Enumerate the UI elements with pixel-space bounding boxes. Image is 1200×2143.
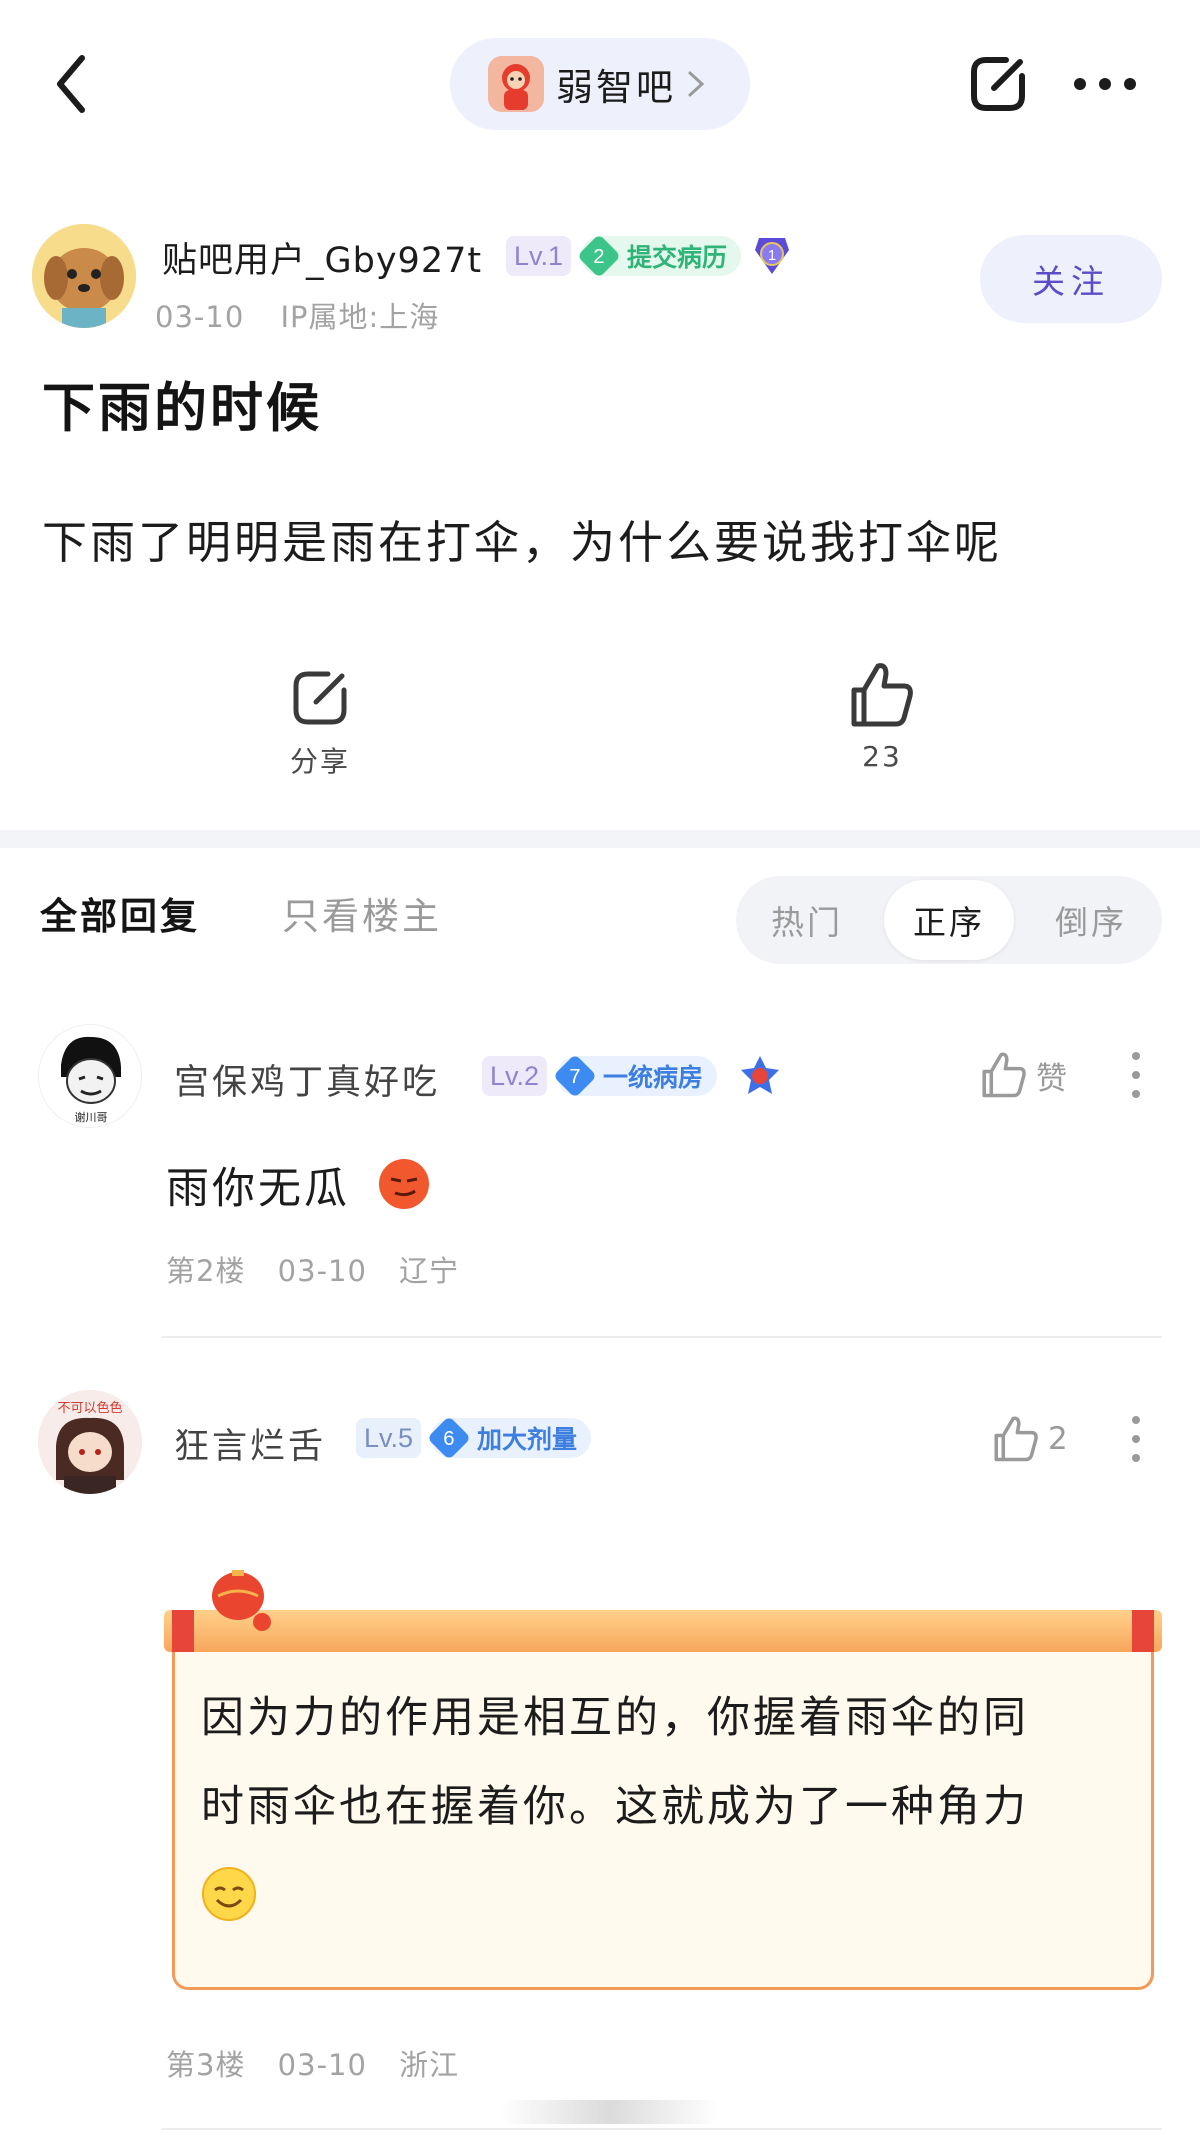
level-badge: Lv.2 <box>482 1056 548 1096</box>
share-label: 分享 <box>289 745 350 778</box>
share-button[interactable]: 分享 <box>276 666 364 786</box>
svg-text:不可以色色: 不可以色色 <box>57 1400 122 1416</box>
svg-text:1: 1 <box>768 247 776 264</box>
reply-author-name[interactable]: 狂言烂舌 <box>174 1418 326 1469</box>
reply-text: 雨你无瓜 <box>166 1154 431 1216</box>
title-badge: 2 提交病历 <box>576 233 742 279</box>
title-badge: 7 一统病房 <box>552 1053 718 1099</box>
tab-op-only[interactable]: 只看楼主 <box>282 886 442 940</box>
forum-entry-button[interactable]: 弱智吧 <box>450 38 750 130</box>
reply-location: 浙江 <box>399 2048 460 2082</box>
more-options-icon[interactable] <box>1072 70 1138 98</box>
share-icon <box>293 671 347 725</box>
reply-avatar[interactable]: 谢川哥 <box>38 1024 142 1128</box>
reply-like-count: 2 <box>1048 1421 1068 1457</box>
thumbs-up-icon <box>982 1052 1026 1098</box>
scroll-paper: 因为力的作用是相互的，你握着雨伞的同 时雨伞也在握着你。这就成为了一种角力 <box>172 1646 1154 1990</box>
reply-date: 03-10 <box>277 2048 367 2082</box>
tab-all-replies[interactable]: 全部回复 <box>40 886 200 940</box>
post-body: 下雨了明明是雨在打伞，为什么要说我打伞呢 <box>42 516 1003 569</box>
ip-location: IP属地:上海 <box>280 300 440 334</box>
reply-like-button[interactable]: 赞 <box>980 1050 1067 1100</box>
post-meta: 03-10 IP属地:上海 <box>155 294 439 336</box>
reply-more-icon[interactable] <box>1130 1414 1142 1464</box>
scroll-top-rod <box>164 1610 1162 1652</box>
reply-separator <box>162 1336 1162 1338</box>
scroll-bubble-card: 因为力的作用是相互的，你握着雨伞的同 时雨伞也在握着你。这就成为了一种角力 <box>164 1570 1162 1994</box>
post-date: 03-10 <box>155 300 245 334</box>
watermark-blur <box>500 2100 720 2124</box>
sort-segmented-control: 热门 正序 倒序 <box>736 876 1162 964</box>
follow-button[interactable]: 关注 <box>980 235 1162 323</box>
reply-date: 03-10 <box>277 1254 367 1288</box>
lantern-icon <box>212 1570 271 1631</box>
like-count: 23 <box>862 740 902 773</box>
reply-like-label: 赞 <box>1036 1060 1067 1097</box>
smirk-emoji-icon <box>378 1159 429 1209</box>
medal-icon: 1 <box>755 238 790 274</box>
reply-more-icon[interactable] <box>1130 1050 1142 1100</box>
chevron-right-icon <box>688 71 705 97</box>
reply-avatar[interactable]: 不可以色色 <box>38 1390 142 1494</box>
reply-meta: 第3楼 03-10 浙江 <box>166 2042 459 2084</box>
svg-text:谢川哥: 谢川哥 <box>75 1110 108 1124</box>
sort-descending[interactable]: 倒序 <box>1020 876 1162 964</box>
reply-author-name[interactable]: 宫保鸡丁真好吃 <box>174 1054 440 1105</box>
forum-name: 弱智吧 <box>556 66 676 109</box>
back-arrow-icon[interactable] <box>50 52 100 116</box>
level-badge: Lv.1 <box>506 236 572 276</box>
reply-meta: 第2楼 03-10 辽宁 <box>166 1248 459 1290</box>
like-button[interactable]: 23 <box>840 660 924 786</box>
author-badges: Lv.1 2 提交病历 1 <box>506 233 793 279</box>
reply-location: 辽宁 <box>399 1254 460 1288</box>
reply-badges: Lv.5 6 加大剂量 <box>356 1415 592 1461</box>
level-badge: Lv.5 <box>356 1418 422 1458</box>
author-avatar[interactable] <box>32 224 136 328</box>
top-nav-bar: 弱智吧 <box>0 0 1200 170</box>
floor-number: 第2楼 <box>166 1254 246 1288</box>
forum-avatar <box>488 56 544 112</box>
reply-badges: Lv.2 7 一统病房 <box>482 1053 781 1099</box>
author-name[interactable]: 贴吧用户_Gby927t <box>162 232 482 283</box>
medal-icon <box>741 1056 780 1094</box>
smile-emoji-icon <box>202 1867 256 1921</box>
sort-hot[interactable]: 热门 <box>736 876 878 964</box>
reply-text: 因为力的作用是相互的，你握着雨伞的同 时雨伞也在握着你。这就成为了一种角力 <box>201 1674 1141 1953</box>
thumbs-up-icon <box>851 663 913 727</box>
thumbs-up-icon <box>994 1416 1038 1462</box>
sort-ascending[interactable]: 正序 <box>884 880 1014 960</box>
share-icon[interactable] <box>966 52 1030 116</box>
section-divider <box>0 830 1200 848</box>
title-badge: 6 加大剂量 <box>426 1415 592 1461</box>
reply-separator <box>162 2128 1162 2130</box>
floor-number: 第3楼 <box>166 2048 246 2082</box>
post-title: 下雨的时候 <box>42 378 322 439</box>
reply-like-button[interactable]: 2 <box>992 1414 1068 1464</box>
